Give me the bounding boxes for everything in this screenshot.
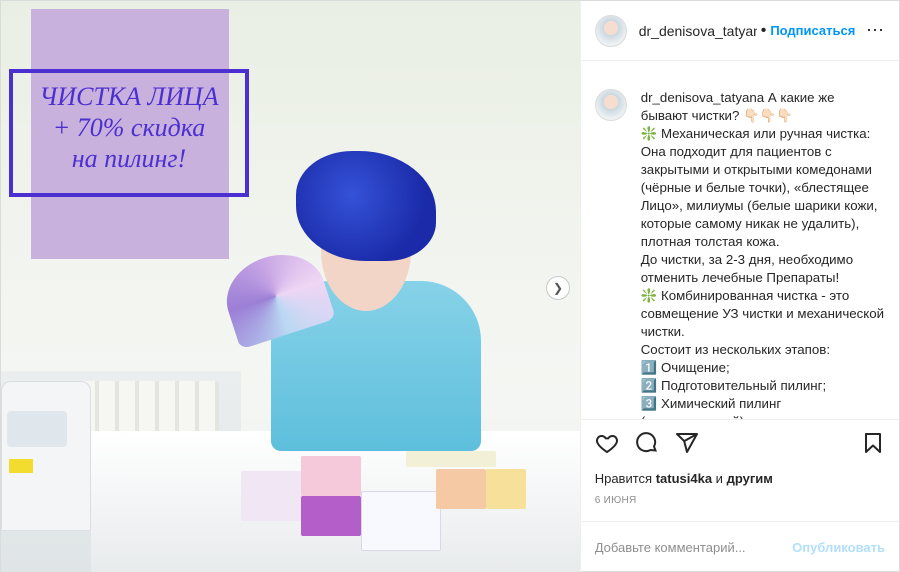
person-turban — [296, 151, 436, 261]
comment-icon[interactable] — [635, 431, 659, 460]
post: ЧИСТКА ЛИЦА + 70% скидка на пилинг! ❯ dr… — [0, 0, 900, 572]
product-box — [301, 456, 361, 496]
post-photo[interactable]: ЧИСТКА ЛИЦА + 70% скидка на пилинг! ❯ — [1, 1, 580, 572]
product-box — [361, 491, 441, 551]
comment-input[interactable] — [594, 540, 793, 555]
separator-dot: • — [760, 21, 767, 39]
caption-avatar[interactable] — [594, 89, 627, 121]
next-photo-button[interactable]: ❯ — [546, 276, 570, 300]
follow-button[interactable]: Подписаться — [770, 23, 855, 38]
product-boxes — [241, 451, 541, 561]
likes-prefix: Нравится — [594, 471, 656, 486]
device-sticker — [9, 459, 33, 473]
post-sidebar: dr_denisova_tatyana • Подписаться ⋯ dr_d… — [579, 1, 899, 572]
promo-line-3: на пилинг! — [71, 144, 187, 173]
background-device — [1, 381, 91, 531]
likes-user-link[interactable]: tatusi4ka — [656, 471, 712, 486]
publish-button[interactable]: Опубликовать — [792, 540, 885, 555]
header-username[interactable]: dr_denisova_tatyana — [639, 23, 757, 39]
device-screen — [7, 411, 67, 447]
caption-text: А какие же бывают чистки? 👇🏻👇🏻👇🏻 ❇️ Меха… — [640, 90, 885, 419]
promo-text: ЧИСТКА ЛИЦА + 70% скидка на пилинг! — [13, 81, 245, 174]
product-box — [301, 496, 361, 536]
heart-icon[interactable] — [595, 431, 619, 460]
chevron-right-icon: ❯ — [552, 281, 564, 295]
caption: dr_denisova_tatyana А какие же бывают чи… — [641, 89, 885, 419]
likes-middle: и — [712, 471, 727, 486]
product-box — [406, 451, 496, 467]
send-icon[interactable] — [675, 431, 699, 460]
post-date[interactable]: 6 ИЮНЯ — [581, 487, 899, 521]
product-box — [436, 469, 486, 509]
product-box — [486, 469, 526, 509]
person-figure — [216, 151, 491, 451]
action-bar — [580, 419, 899, 471]
promo-line-2: + 70% скидка — [52, 113, 206, 142]
caption-area: dr_denisova_tatyana А какие же бывают чи… — [581, 61, 899, 419]
promo-line-1: ЧИСТКА ЛИЦА — [39, 82, 219, 111]
comment-bar: Опубликовать — [580, 521, 899, 572]
likes-others-link[interactable]: другим — [727, 471, 773, 486]
caption-username[interactable]: dr_denisova_tatyana — [641, 90, 764, 105]
likes-line: Нравится tatusi4ka и другим — [581, 471, 899, 487]
more-horizontal-icon[interactable]: ⋯ — [866, 20, 885, 41]
post-header: dr_denisova_tatyana • Подписаться ⋯ — [580, 1, 899, 61]
bookmark-icon[interactable] — [861, 431, 885, 460]
avatar[interactable] — [594, 14, 627, 47]
